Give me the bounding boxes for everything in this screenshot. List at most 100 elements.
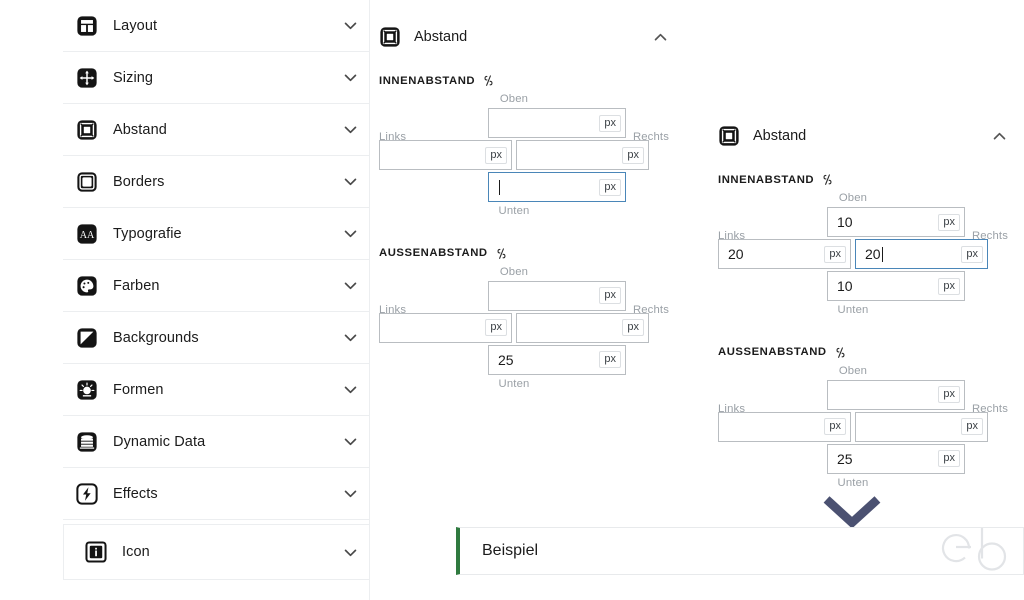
margin-bottom-input[interactable]: 25 px [827,443,965,474]
section-label: AUSSENABSTAND [718,346,827,359]
example-text: Beispiel [482,542,539,559]
layout-icon [76,15,98,37]
spacing-icon [379,26,401,48]
sidebar-item-label: Dynamic Data [113,433,206,450]
middle-margin-boxmodel: Oben px Links Rechts px px 25 px Unten [379,266,669,391]
margin-left-input[interactable]: px [379,312,512,343]
typography-icon: AA [76,223,98,245]
unit-label: px [599,114,621,132]
chevron-down-icon[interactable] [342,329,359,346]
backgrounds-icon [76,327,98,349]
padding-bottom-value: 10 [837,278,853,295]
chevron-down-icon[interactable] [342,381,359,398]
chevron-down-icon[interactable] [342,485,359,502]
sidebar-item-sizing[interactable]: Sizing [63,52,369,104]
margin-top-input[interactable]: px [488,280,626,311]
shapes-icon [76,379,98,401]
example-preview-box: Beispiel [456,527,1024,575]
code-link-icon[interactable] [495,247,508,260]
padding-right-input[interactable]: px [516,140,649,171]
sidebar-item-label: Effects [113,485,158,502]
unit-label: px [599,287,621,305]
padding-top-input[interactable]: px [488,108,626,139]
unit-label: px [961,418,983,436]
margin-right-input[interactable]: px [516,312,649,343]
chevron-down-icon[interactable] [342,544,359,561]
unit-label: px [938,450,960,468]
bottom-label: Unten [498,377,530,390]
unit-label: px [824,418,846,436]
unit-label: px [938,386,960,404]
section-label: INNENABSTAND [379,74,476,87]
chevron-down-icon[interactable] [342,17,359,34]
padding-bottom-input[interactable]: px [488,172,626,203]
sidebar-item-dynamic-data[interactable]: Dynamic Data [63,416,369,468]
sidebar-item-abstand[interactable]: Abstand [63,104,369,156]
sidebar-item-label: Formen [113,381,164,398]
middle-panel-header[interactable]: Abstand [379,22,669,52]
margin-right-input[interactable]: px [855,411,988,442]
top-label: Oben [499,93,529,105]
unit-label: px [938,213,960,231]
sidebar-item-icon[interactable]: Icon [63,524,369,580]
chevron-down-icon[interactable] [342,225,359,242]
sidebar-item-borders[interactable]: Borders [63,156,369,208]
unit-label: px [622,146,644,164]
chevron-down-icon[interactable] [342,173,359,190]
padding-left-input[interactable]: px [379,140,512,171]
app-screen: Layout Sizing Abstand Borders AA Typogra… [0,0,1024,600]
code-link-icon[interactable] [821,173,834,186]
padding-top-value: 10 [837,214,853,231]
chevron-down-icon[interactable] [342,277,359,294]
padding-left-value: 20 [728,246,744,263]
spacing-icon [76,119,98,141]
eb-watermark-logo [933,528,1017,574]
unit-label: px [824,245,846,263]
chevron-down-icon[interactable] [342,433,359,450]
sidebar-item-backgrounds[interactable]: Backgrounds [63,312,369,364]
margin-bottom-value: 25 [498,351,514,368]
padding-right-input[interactable]: 20 px [855,239,988,270]
middle-margin-section-title: AUSSENABSTAND [379,247,669,260]
chevron-up-icon[interactable] [991,128,1008,145]
sidebar-item-label: Borders [113,173,165,190]
sidebar-item-layout[interactable]: Layout [63,0,369,52]
sizing-icon [76,67,98,89]
unit-label: px [599,178,621,196]
padding-top-input[interactable]: 10 px [827,207,965,238]
panel-title: Abstand [753,128,807,144]
chevron-down-icon[interactable] [342,121,359,138]
margin-top-input[interactable]: px [827,379,965,410]
sidebar-item-typografie[interactable]: AA Typografie [63,208,369,260]
sidebar-item-label: Icon [122,544,150,560]
sidebar-item-formen[interactable]: Formen [63,364,369,416]
right-margin-boxmodel: Oben px Links Rechts px px 25 px Unten [718,364,1008,490]
middle-padding-section-title: INNENABSTAND [379,74,669,87]
sidebar-item-farben[interactable]: Farben [63,260,369,312]
section-label: AUSSENABSTAND [379,247,488,260]
bottom-label: Unten [837,304,869,317]
right-margin-section-title: AUSSENABSTAND [718,346,1008,359]
unit-label: px [961,245,983,263]
panel-title: Abstand [414,29,468,45]
chevron-up-icon[interactable] [652,29,669,46]
svg-text:AA: AA [80,230,95,241]
spacing-icon [718,125,740,147]
top-label: Oben [838,192,868,204]
top-label: Oben [838,364,868,377]
padding-left-input[interactable]: 20 px [718,239,851,270]
right-padding-boxmodel: Oben 10 px Links Rechts 20 px 20 px 10 p… [718,192,1008,317]
margin-bottom-input[interactable]: 25 px [488,344,626,375]
padding-right-value: 20 [865,246,961,262]
chevron-down-icon[interactable] [342,69,359,86]
unit-label: px [485,146,507,164]
code-link-icon[interactable] [834,346,847,359]
sidebar-item-label: Sizing [113,69,154,86]
padding-bottom-input[interactable]: 10 px [827,271,965,302]
settings-sidebar: Layout Sizing Abstand Borders AA Typogra… [63,0,369,600]
code-link-icon[interactable] [482,74,495,87]
margin-left-input[interactable]: px [718,411,851,442]
info-icon [85,541,107,563]
sidebar-item-effects[interactable]: Effects [63,468,369,520]
right-panel-header[interactable]: Abstand [718,121,1008,151]
